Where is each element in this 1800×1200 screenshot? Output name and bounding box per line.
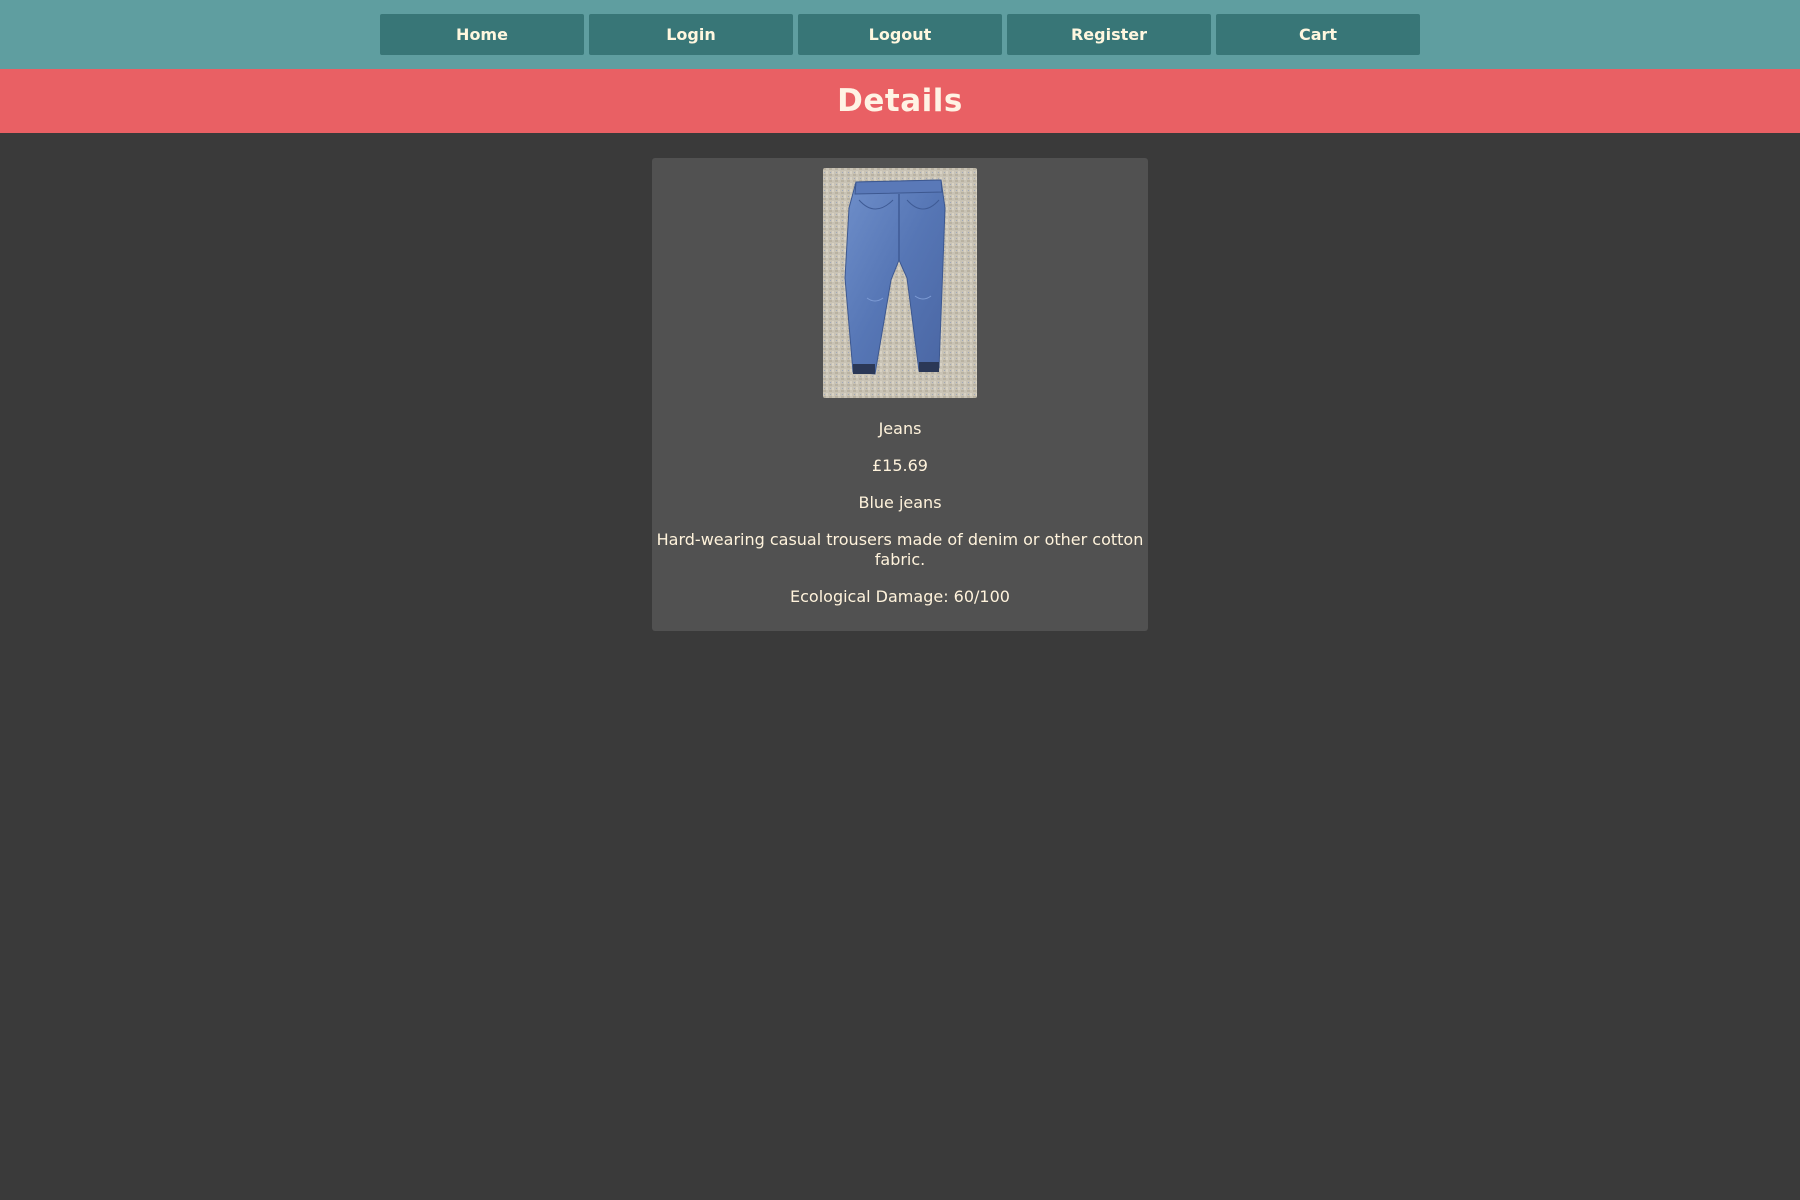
- product-long-description: Hard-wearing casual trousers made of den…: [656, 530, 1144, 569]
- main-content: Jeans £15.69 Blue jeans Hard-wearing cas…: [0, 133, 1800, 631]
- product-card: Jeans £15.69 Blue jeans Hard-wearing cas…: [652, 158, 1148, 631]
- product-image: [823, 168, 977, 398]
- nav-cart-button[interactable]: Cart: [1216, 14, 1420, 55]
- nav-home-button[interactable]: Home: [380, 14, 584, 55]
- product-price: £15.69: [872, 456, 928, 475]
- product-name: Jeans: [878, 419, 922, 438]
- product-ecological-damage: Ecological Damage: 60/100: [790, 587, 1010, 606]
- page-header: Details: [0, 69, 1800, 133]
- jeans-photo-icon: [823, 168, 977, 398]
- nav-logout-button[interactable]: Logout: [798, 14, 1002, 55]
- top-navigation: Home Login Logout Register Cart: [0, 0, 1800, 69]
- page-title: Details: [837, 83, 963, 119]
- nav-login-button[interactable]: Login: [589, 14, 793, 55]
- nav-register-button[interactable]: Register: [1007, 14, 1211, 55]
- product-short-description: Blue jeans: [858, 493, 942, 512]
